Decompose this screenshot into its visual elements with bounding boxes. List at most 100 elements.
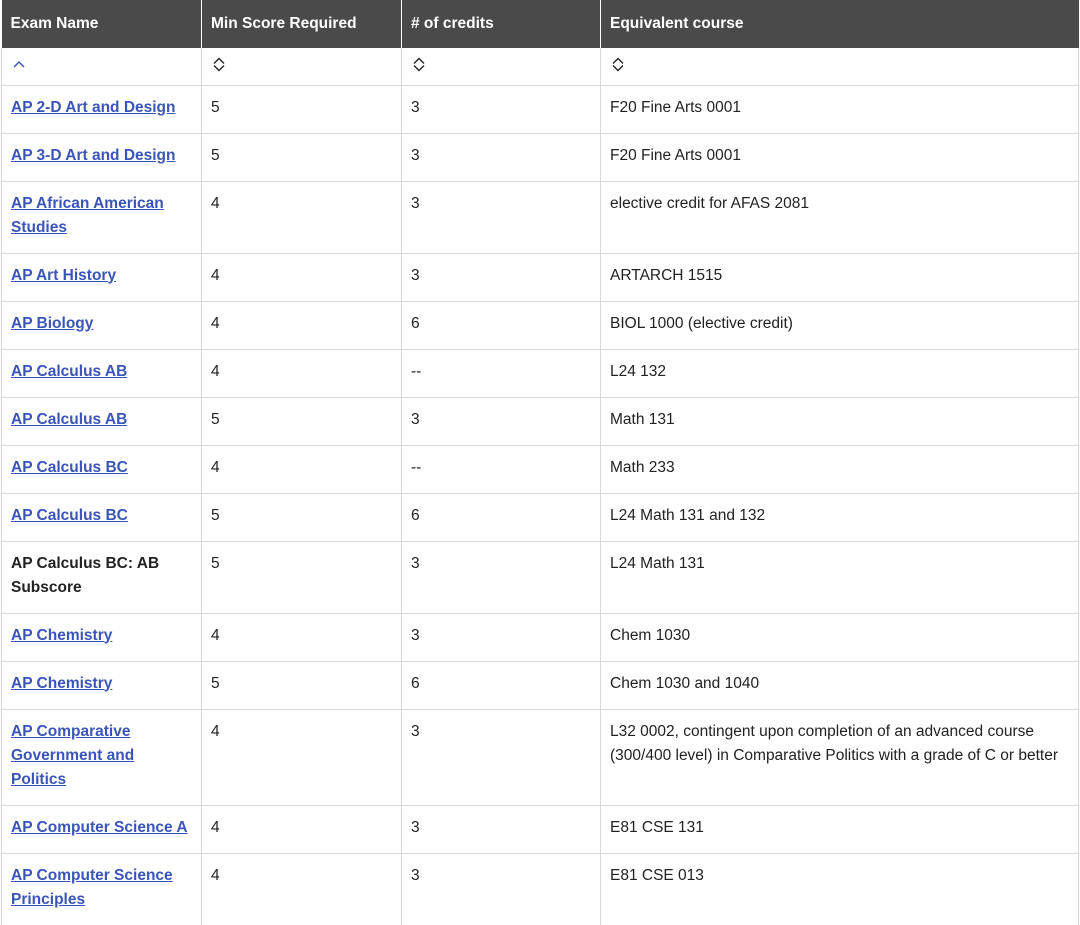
sort-unsorted-icon[interactable] <box>610 55 626 77</box>
credits-cell: 3 <box>401 612 601 662</box>
header-credits[interactable]: # of credits <box>401 0 601 48</box>
sort-unsorted-icon[interactable] <box>411 55 427 77</box>
table-row: AP Computer Science A 4 3 E81 CSE 131 <box>1 804 1079 854</box>
table-row: AP Chemistry 5 6 Chem 1030 and 1040 <box>1 660 1079 710</box>
min-score-cell: 4 <box>201 852 402 925</box>
ap-credit-table: Exam Name Min Score Required # of credit… <box>1 0 1079 925</box>
sort-cell-exam-name <box>1 48 202 86</box>
credits-cell: -- <box>401 348 601 398</box>
credits-cell: 6 <box>401 492 601 542</box>
table-row: AP Comparative Government and Politics 4… <box>1 708 1079 806</box>
credits-cell: 3 <box>401 180 601 254</box>
table-header: Exam Name Min Score Required # of credit… <box>1 0 1079 86</box>
equivalent-course-cell: F20 Fine Arts 0001 <box>600 84 1079 134</box>
table-row: AP Calculus AB 4 -- L24 132 <box>1 348 1079 398</box>
min-score-cell: 5 <box>201 660 402 710</box>
table-row: AP Art History 4 3 ARTARCH 1515 <box>1 252 1079 302</box>
exam-name-cell: AP Computer Science A <box>1 804 202 854</box>
credits-cell: 3 <box>401 396 601 446</box>
sort-cell-min-score <box>201 48 402 86</box>
header-exam-name[interactable]: Exam Name <box>1 0 202 48</box>
table-row: AP Calculus AB 5 3 Math 131 <box>1 396 1079 446</box>
min-score-cell: 5 <box>201 396 402 446</box>
exam-link[interactable]: AP Chemistry <box>11 675 112 692</box>
exam-link[interactable]: AP Calculus AB <box>11 411 127 428</box>
exam-link[interactable]: AP 3-D Art and Design <box>11 147 176 164</box>
credits-cell: 3 <box>401 852 601 925</box>
exam-link[interactable]: AP Chemistry <box>11 627 112 644</box>
min-score-cell: 4 <box>201 180 402 254</box>
exam-name-cell: AP Calculus AB <box>1 348 202 398</box>
header-equivalent-course[interactable]: Equivalent course <box>600 0 1079 48</box>
sort-cell-credits <box>401 48 601 86</box>
equivalent-course-cell: elective credit for AFAS 2081 <box>600 180 1079 254</box>
min-score-cell: 4 <box>201 300 402 350</box>
exam-link[interactable]: AP Calculus BC <box>11 459 128 476</box>
sort-cell-equivalent-course <box>600 48 1079 86</box>
table-row: AP Calculus BC 4 -- Math 233 <box>1 444 1079 494</box>
exam-link[interactable]: AP Calculus BC <box>11 507 128 524</box>
min-score-cell: 5 <box>201 540 402 614</box>
table-row: AP Biology 4 6 BIOL 1000 (elective credi… <box>1 300 1079 350</box>
min-score-cell: 4 <box>201 612 402 662</box>
sort-ascending-icon[interactable] <box>11 55 27 77</box>
table-row: AP Calculus BC 5 6 L24 Math 131 and 132 <box>1 492 1079 542</box>
min-score-cell: 5 <box>201 132 402 182</box>
credits-cell: -- <box>401 444 601 494</box>
sort-controls-row <box>1 48 1079 86</box>
credits-cell: 3 <box>401 132 601 182</box>
credits-cell: 3 <box>401 804 601 854</box>
equivalent-course-cell: F20 Fine Arts 0001 <box>600 132 1079 182</box>
equivalent-course-cell: BIOL 1000 (elective credit) <box>600 300 1079 350</box>
equivalent-course-cell: E81 CSE 131 <box>600 804 1079 854</box>
min-score-cell: 4 <box>201 444 402 494</box>
table-row: AP Calculus BC: AB Subscore 5 3 L24 Math… <box>1 540 1079 614</box>
header-min-score[interactable]: Min Score Required <box>201 0 402 48</box>
equivalent-course-cell: E81 CSE 013 <box>600 852 1079 925</box>
min-score-cell: 5 <box>201 492 402 542</box>
equivalent-course-cell: L24 132 <box>600 348 1079 398</box>
equivalent-course-cell: Math 233 <box>600 444 1079 494</box>
table-row: AP 3-D Art and Design 5 3 F20 Fine Arts … <box>1 132 1079 182</box>
exam-name-cell: AP Comparative Government and Politics <box>1 708 202 806</box>
exam-name-cell: AP Calculus BC: AB Subscore <box>1 540 202 614</box>
exam-name-text: AP Calculus BC: AB Subscore <box>11 554 160 596</box>
table-row: AP 2-D Art and Design 5 3 F20 Fine Arts … <box>1 84 1079 134</box>
min-score-cell: 4 <box>201 708 402 806</box>
exam-link[interactable]: AP Art History <box>11 267 116 284</box>
exam-name-cell: AP Calculus BC <box>1 444 202 494</box>
min-score-cell: 4 <box>201 252 402 302</box>
credits-cell: 6 <box>401 300 601 350</box>
credits-cell: 3 <box>401 252 601 302</box>
min-score-cell: 4 <box>201 804 402 854</box>
exam-link[interactable]: AP African American Studies <box>11 195 164 236</box>
exam-name-cell: AP Calculus AB <box>1 396 202 446</box>
sort-unsorted-icon[interactable] <box>211 55 227 77</box>
min-score-cell: 5 <box>201 84 402 134</box>
exam-name-cell: AP African American Studies <box>1 180 202 254</box>
exam-name-cell: AP 2-D Art and Design <box>1 84 202 134</box>
table-body: AP 2-D Art and Design 5 3 F20 Fine Arts … <box>1 84 1079 925</box>
table-row: AP Chemistry 4 3 Chem 1030 <box>1 612 1079 662</box>
exam-name-cell: AP Art History <box>1 252 202 302</box>
exam-link[interactable]: AP Comparative Government and Politics <box>11 723 134 788</box>
table-row: AP Computer Science Principles 4 3 E81 C… <box>1 852 1079 925</box>
exam-link[interactable]: AP 2-D Art and Design <box>11 99 176 116</box>
credits-cell: 3 <box>401 84 601 134</box>
min-score-cell: 4 <box>201 348 402 398</box>
exam-name-cell: AP Biology <box>1 300 202 350</box>
exam-link[interactable]: AP Computer Science A <box>11 819 188 836</box>
credits-cell: 3 <box>401 540 601 614</box>
credits-cell: 3 <box>401 708 601 806</box>
equivalent-course-cell: Chem 1030 and 1040 <box>600 660 1079 710</box>
exam-link[interactable]: AP Computer Science Principles <box>11 867 173 908</box>
exam-name-cell: AP Calculus BC <box>1 492 202 542</box>
exam-name-cell: AP 3-D Art and Design <box>1 132 202 182</box>
exam-link[interactable]: AP Calculus AB <box>11 363 127 380</box>
ap-credit-table-container: Exam Name Min Score Required # of credit… <box>1 0 1079 925</box>
equivalent-course-cell: L24 Math 131 and 132 <box>600 492 1079 542</box>
exam-link[interactable]: AP Biology <box>11 315 93 332</box>
equivalent-course-cell: Math 131 <box>600 396 1079 446</box>
exam-name-cell: AP Computer Science Principles <box>1 852 202 925</box>
equivalent-course-cell: ARTARCH 1515 <box>600 252 1079 302</box>
